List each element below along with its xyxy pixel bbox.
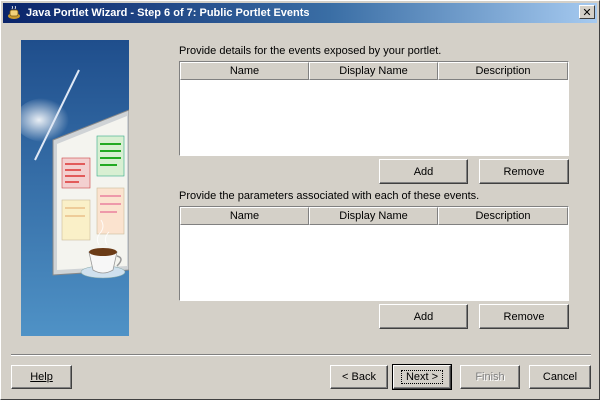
events-remove-button-label: Remove bbox=[503, 165, 545, 178]
column-header-display-name[interactable]: Display Name bbox=[309, 62, 438, 80]
back-button-label: < Back bbox=[342, 371, 376, 383]
title-bar: Java Portlet Wizard - Step 6 of 7: Publi… bbox=[3, 3, 597, 23]
events-table-header: Name Display Name Description bbox=[180, 62, 568, 80]
close-button[interactable]: ✕ bbox=[579, 5, 595, 19]
params-table[interactable]: Name Display Name Description bbox=[179, 206, 569, 301]
next-button[interactable]: Next > bbox=[392, 364, 452, 390]
close-icon: ✕ bbox=[582, 5, 592, 19]
params-add-button[interactable]: Add bbox=[379, 304, 468, 329]
cancel-button[interactable]: Cancel bbox=[529, 365, 591, 389]
column-header-description[interactable]: Description bbox=[438, 207, 568, 225]
help-button[interactable]: Help bbox=[11, 365, 72, 389]
column-header-name[interactable]: Name bbox=[180, 207, 309, 225]
events-remove-button[interactable]: Remove bbox=[479, 159, 569, 184]
next-button-label: Next > bbox=[400, 370, 444, 384]
window-title: Java Portlet Wizard - Step 6 of 7: Publi… bbox=[26, 7, 310, 19]
column-header-display-name[interactable]: Display Name bbox=[309, 207, 438, 225]
events-add-button-label: Add bbox=[413, 165, 434, 178]
finish-button-label: Finish bbox=[475, 371, 505, 383]
column-header-name[interactable]: Name bbox=[180, 62, 309, 80]
footer-separator bbox=[11, 354, 591, 356]
back-button[interactable]: < Back bbox=[330, 365, 388, 389]
params-remove-button[interactable]: Remove bbox=[479, 304, 569, 329]
events-add-button[interactable]: Add bbox=[379, 159, 468, 184]
wizard-graphic bbox=[21, 40, 129, 336]
params-add-button-label: Add bbox=[413, 310, 434, 323]
params-table-header: Name Display Name Description bbox=[180, 207, 568, 225]
wizard-window: Java Portlet Wizard - Step 6 of 7: Publi… bbox=[0, 0, 600, 400]
column-header-description[interactable]: Description bbox=[438, 62, 568, 80]
finish-button[interactable]: Finish bbox=[460, 365, 520, 389]
params-remove-button-label: Remove bbox=[503, 310, 545, 323]
cancel-button-label: Cancel bbox=[542, 371, 578, 383]
params-instruction: Provide the parameters associated with e… bbox=[179, 190, 480, 202]
events-table[interactable]: Name Display Name Description bbox=[179, 61, 569, 156]
events-instruction: Provide details for the events exposed b… bbox=[179, 45, 442, 57]
help-button-label: Help bbox=[30, 371, 53, 383]
app-icon bbox=[8, 6, 20, 19]
